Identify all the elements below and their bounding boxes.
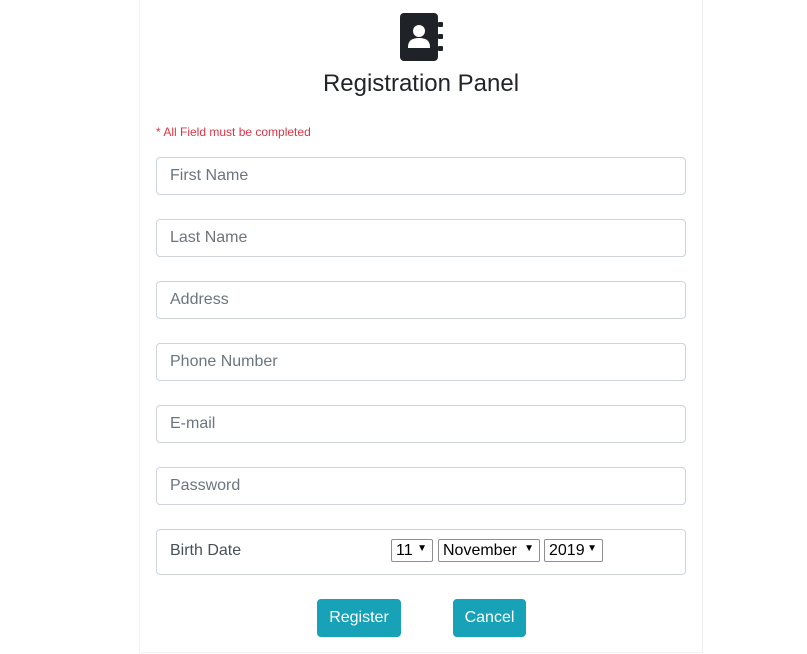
birth-year-value: 2019 bbox=[549, 542, 585, 559]
dropdown-arrow-icon: ▼ bbox=[587, 543, 597, 554]
phone-number-input[interactable] bbox=[156, 343, 686, 381]
dropdown-arrow-icon: ▼ bbox=[524, 543, 534, 554]
required-fields-note: * All Field must be completed bbox=[156, 125, 311, 139]
page-title: Registration Panel bbox=[322, 70, 520, 97]
first-name-input[interactable] bbox=[156, 157, 686, 195]
password-input[interactable] bbox=[156, 467, 686, 505]
address-input[interactable] bbox=[156, 281, 686, 319]
birth-month-value: November bbox=[443, 542, 517, 559]
birth-year-select[interactable]: 2019 ▼ bbox=[544, 539, 603, 562]
birth-month-select[interactable]: November ▼ bbox=[438, 539, 540, 562]
register-button[interactable]: Register bbox=[317, 599, 401, 637]
birth-date-label: Birth Date bbox=[170, 542, 242, 559]
email-input[interactable] bbox=[156, 405, 686, 443]
birth-day-select[interactable]: 11 ▼ bbox=[391, 539, 433, 562]
registration-panel: Registration Panel * All Field must be c… bbox=[139, 0, 703, 653]
birth-day-value: 11 bbox=[396, 542, 413, 559]
birth-date-group: Birth Date 11 ▼ November ▼ 2019 ▼ bbox=[156, 529, 686, 575]
dropdown-arrow-icon: ▼ bbox=[417, 543, 427, 554]
cancel-button[interactable]: Cancel bbox=[453, 599, 526, 637]
address-book-icon bbox=[400, 13, 443, 61]
last-name-input[interactable] bbox=[156, 219, 686, 257]
